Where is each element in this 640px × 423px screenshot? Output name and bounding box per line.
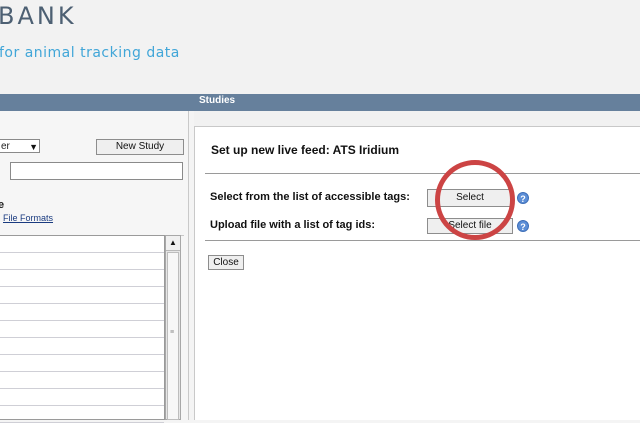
studies-toolbar: [194, 111, 640, 127]
help-icon[interactable]: ?: [517, 192, 529, 204]
actions-divider: [205, 240, 640, 241]
studies-title-bar: Studies: [194, 94, 640, 111]
studies-panel: Studies Set up new live feed: ATS Iridiu…: [194, 94, 640, 420]
live-feed-dialog: Set up new live feed: ATS Iridium Select…: [194, 127, 640, 420]
list-item[interactable]: [0, 355, 164, 372]
left-panel: er ▼ New Study e File Formats ▲ ≡: [0, 94, 194, 423]
list-item[interactable]: [0, 253, 164, 270]
list-item[interactable]: [0, 406, 164, 423]
live-feed-title: Set up new live feed: ATS Iridium: [211, 143, 400, 157]
grip-icon: ≡: [170, 329, 175, 336]
list-item[interactable]: [0, 338, 164, 355]
study-search-input[interactable]: [10, 162, 183, 180]
studies-title: Studies: [199, 95, 236, 106]
upload-file-label: Upload file with a list of tag ids:: [210, 219, 376, 231]
list-item[interactable]: [0, 287, 164, 304]
scroll-up-arrow-icon[interactable]: ▲: [166, 236, 180, 251]
list-item[interactable]: [0, 270, 164, 287]
new-study-button[interactable]: New Study: [96, 139, 184, 155]
close-button[interactable]: Close: [208, 255, 244, 270]
scroll-thumb[interactable]: ≡: [167, 252, 179, 420]
study-filter-select[interactable]: er ▼: [0, 139, 40, 153]
study-list-scrollbar[interactable]: ▲ ≡: [165, 235, 181, 420]
chevron-down-icon: ▼: [29, 142, 38, 152]
site-logo[interactable]: BANK: [0, 2, 77, 30]
list-item[interactable]: [0, 372, 164, 389]
select-tags-label: Select from the list of accessible tags:: [210, 191, 410, 203]
left-panel-title-bar: [0, 94, 194, 111]
site-header: BANK for animal tracking data: [0, 0, 640, 94]
list-item[interactable]: [0, 236, 164, 253]
highlight-circle: [435, 160, 515, 240]
site-tagline: for animal tracking data: [0, 45, 180, 61]
left-section-heading: e: [0, 199, 5, 211]
study-filter-value: er: [1, 141, 10, 152]
help-icon[interactable]: ?: [517, 220, 529, 232]
list-item[interactable]: [0, 321, 164, 338]
study-list[interactable]: [0, 235, 165, 423]
title-divider: [205, 173, 640, 174]
file-formats-link[interactable]: File Formats: [3, 213, 53, 223]
list-item[interactable]: [0, 304, 164, 321]
list-item[interactable]: [0, 389, 164, 406]
